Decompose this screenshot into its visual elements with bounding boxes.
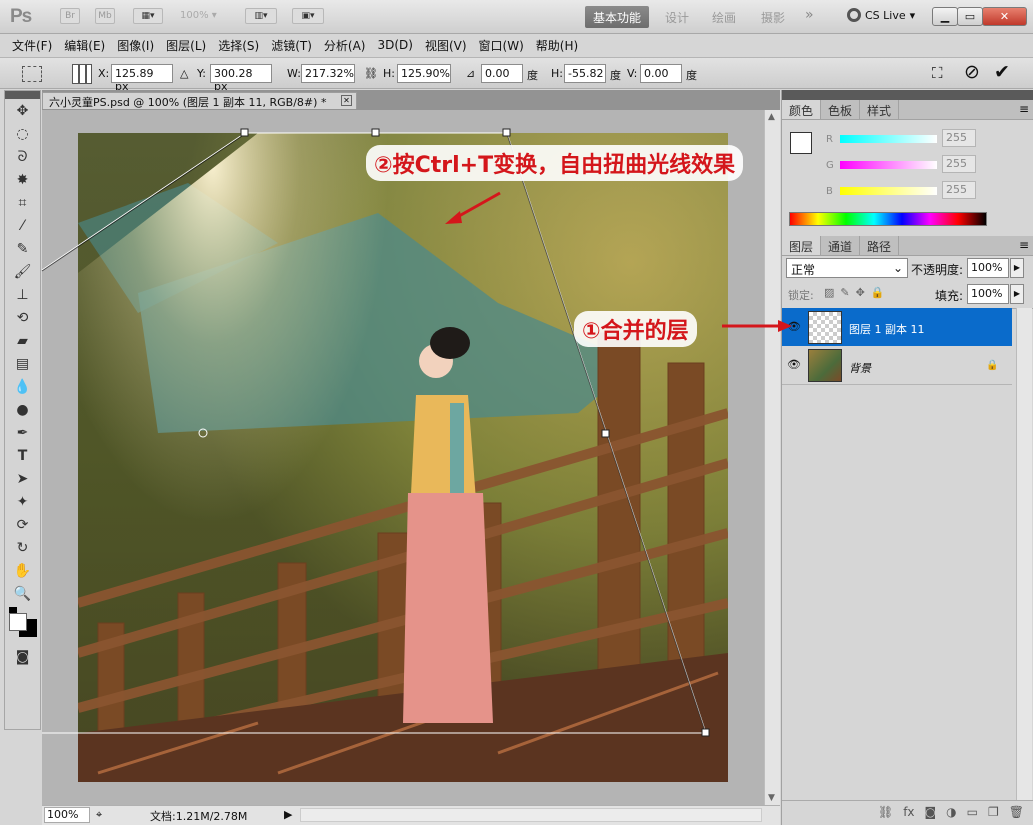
opacity-field[interactable]: 100% <box>967 258 1009 278</box>
more-workspaces-icon[interactable]: » <box>805 7 814 23</box>
commit-transform-icon[interactable]: ✔ <box>994 61 1010 83</box>
status-zoom-field[interactable]: 100% <box>44 807 90 823</box>
panel-dock-header[interactable] <box>782 90 1033 100</box>
green-slider[interactable] <box>840 161 937 169</box>
blue-slider[interactable] <box>840 187 937 195</box>
right-panel-dock: 颜色 色板 样式 ≡ R 255 G 255 B 255 图层 通道 路径 ≡ … <box>781 90 1033 825</box>
tab-color[interactable]: 颜色 <box>782 100 822 119</box>
transform-handle[interactable] <box>701 728 710 737</box>
tab-layers[interactable]: 图层 <box>782 236 822 255</box>
fill-label: 填充: <box>935 289 964 303</box>
r-label: R <box>826 134 833 145</box>
tab-paths[interactable]: 路径 <box>860 236 900 255</box>
fill-field[interactable]: 100% <box>967 284 1009 304</box>
free-transform-bounding-box[interactable] <box>0 0 780 825</box>
adjustment-layer-icon[interactable]: ◑ <box>946 805 956 825</box>
transform-handle[interactable] <box>601 429 610 438</box>
red-value[interactable]: 255 <box>942 129 976 147</box>
lock-icons[interactable]: ▨✎✥🔒 <box>824 286 891 299</box>
blend-mode-select[interactable]: 正常 ⌄ <box>786 258 908 278</box>
status-menu-arrow-icon[interactable]: ▶ <box>284 808 292 821</box>
document-size: 文档:1.21M/2.78M <box>150 810 248 823</box>
new-group-icon[interactable]: ▭ <box>967 805 978 825</box>
color-spectrum-bar[interactable] <box>789 212 987 226</box>
annotation-arrowhead <box>445 211 462 224</box>
red-slider[interactable] <box>840 135 937 143</box>
minimize-button[interactable]: ▁ <box>932 7 958 26</box>
eye-visibility-icon[interactable]: 👁 <box>786 358 802 374</box>
horizontal-scrollbar[interactable] <box>300 808 762 822</box>
layer-name[interactable]: 图层 1 副本 11 <box>849 321 925 337</box>
scroll-up-icon[interactable]: ▲ <box>768 112 775 122</box>
scroll-down-icon[interactable]: ▼ <box>768 793 775 803</box>
panel-menu-icon[interactable]: ≡ <box>1014 100 1033 119</box>
photoshop-window: Ps Br Mb ▦▾ 100% ▾ ▥▾ ▣▾ 基本功能 设计 绘画 摄影 »… <box>0 0 1033 825</box>
tab-styles[interactable]: 样式 <box>860 100 900 119</box>
transform-handle[interactable] <box>502 128 511 137</box>
merged-layer-annotation: ①合并的层 <box>574 311 697 347</box>
layer-lock-icon: 🔒 <box>986 360 999 371</box>
close-button[interactable]: ✕ <box>982 7 1027 26</box>
layers-scrollbar[interactable] <box>1016 308 1032 800</box>
maximize-button[interactable]: ▭ <box>957 7 983 26</box>
opacity-arrow-icon[interactable]: ▶ <box>1010 258 1024 278</box>
green-value[interactable]: 255 <box>942 155 976 173</box>
layers-panel-footer: ⛓ fx ◙ ◑ ▭ ❐ 🗑 <box>782 800 1033 825</box>
layer-mask-icon[interactable]: ◙ <box>925 805 937 825</box>
merged-layer-arrow <box>722 320 792 332</box>
layer-thumbnail-transparent <box>808 311 842 344</box>
transform-handle[interactable] <box>371 128 380 137</box>
status-bar: 100% ⌖ 文档:1.21M/2.78M ▶ <box>42 805 780 825</box>
new-layer-icon[interactable]: ❐ <box>988 805 999 825</box>
cs-live-icon <box>847 8 861 22</box>
lock-label: 锁定: <box>788 289 814 302</box>
layers-panel-tabs: 图层 通道 路径 ≡ <box>782 236 1033 256</box>
tab-channels[interactable]: 通道 <box>821 236 861 255</box>
layer-thumbnail-photo <box>808 349 842 382</box>
b-label: B <box>826 186 833 197</box>
link-layers-icon[interactable]: ⛓ <box>878 805 893 825</box>
color-panel-tabs: 颜色 色板 样式 ≡ <box>782 100 1033 120</box>
cancel-transform-icon[interactable]: ⊘ <box>964 61 980 83</box>
foreground-swatch[interactable] <box>790 132 812 154</box>
blue-value[interactable]: 255 <box>942 181 976 199</box>
status-info-icon[interactable]: ⌖ <box>96 808 102 822</box>
g-label: G <box>826 160 834 171</box>
layer-style-icon[interactable]: fx <box>903 805 914 825</box>
vertical-scrollbar[interactable]: ▲ ▼ <box>764 110 780 805</box>
cs-live-menu[interactable]: CS Live ▾ <box>847 8 915 22</box>
delete-layer-icon[interactable]: 🗑 <box>1009 805 1024 825</box>
layer-name[interactable]: 背景 <box>849 360 871 376</box>
tab-swatches[interactable]: 色板 <box>821 100 861 119</box>
transform-annotation: ②按Ctrl+T变换，自由扭曲光线效果 <box>366 145 744 181</box>
fill-arrow-icon[interactable]: ▶ <box>1010 284 1024 304</box>
layers-panel-menu-icon[interactable]: ≡ <box>1014 236 1033 255</box>
opacity-label: 不透明度: <box>911 263 964 277</box>
transform-handle[interactable] <box>240 128 249 137</box>
warp-mode-icon[interactable]: ⛶ <box>932 64 943 82</box>
